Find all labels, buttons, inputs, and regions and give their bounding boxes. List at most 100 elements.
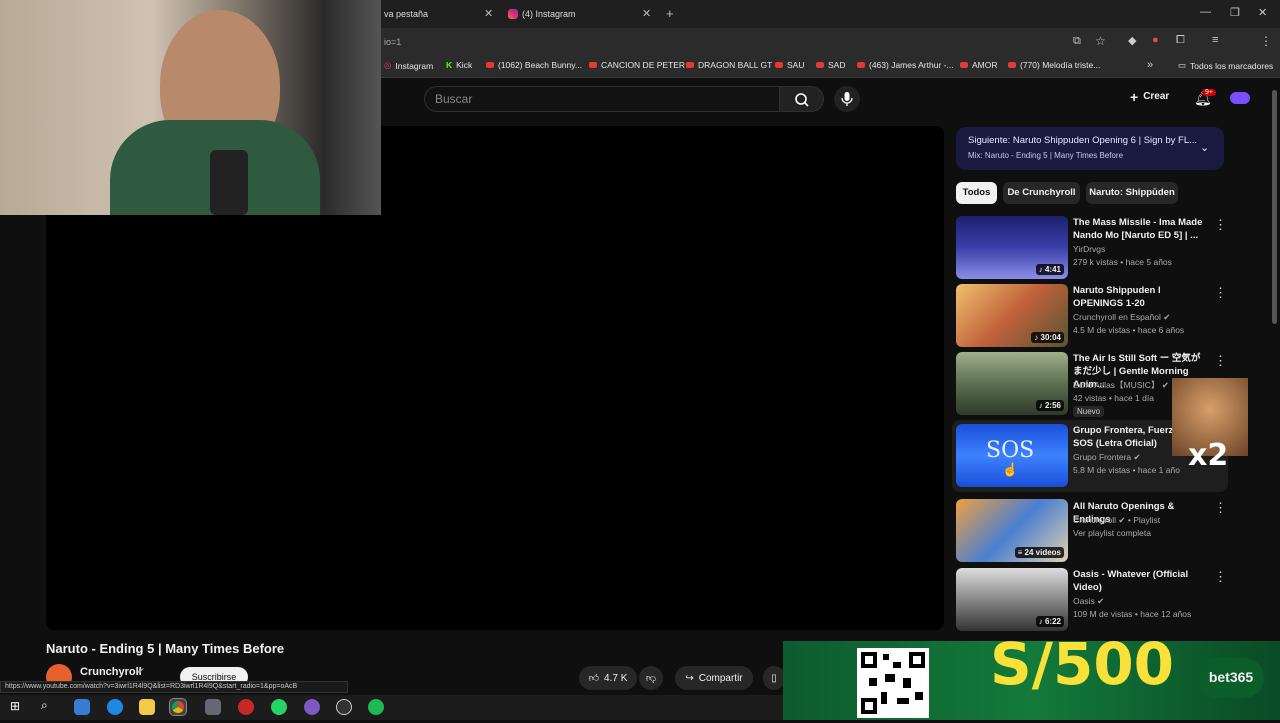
- chrome-icon[interactable]: [169, 698, 187, 716]
- menu-list-icon[interactable]: ≡: [1212, 34, 1218, 46]
- bookmark-item[interactable]: (1062) Beach Bunny...: [486, 60, 582, 70]
- more-options-icon[interactable]: ⋮: [1214, 569, 1227, 585]
- search-icon[interactable]: ⌕: [41, 698, 48, 713]
- new-tab-icon[interactable]: +: [666, 6, 674, 21]
- extension-red-icon[interactable]: ●: [1152, 34, 1159, 46]
- file-explorer-icon[interactable]: [139, 699, 155, 715]
- video-thumbnail[interactable]: ♪ 4:41: [956, 216, 1068, 279]
- duration-badge: ♪ 4:41: [1035, 264, 1064, 275]
- video-thumbnail[interactable]: ♪ 2:56: [956, 352, 1068, 415]
- meme-text: x2: [1188, 438, 1229, 473]
- whatsapp-icon[interactable]: [271, 699, 287, 715]
- bet365-logo: bet365: [1198, 658, 1264, 698]
- rec-title[interactable]: Naruto Shippuden l OPENINGS 1-20: [1073, 284, 1205, 310]
- save-button[interactable]: ▯: [763, 666, 785, 690]
- rec-meta: 109 M de vistas • hace 12 años: [1073, 609, 1192, 619]
- more-options-icon[interactable]: ⋮: [1214, 217, 1227, 233]
- extension-icon[interactable]: ◆: [1128, 34, 1136, 47]
- rec-channel[interactable]: Echo Atllas【MUSIC】 ✔: [1073, 379, 1169, 392]
- windows-start-icon[interactable]: ⊞: [10, 699, 20, 713]
- dislike-button[interactable]: 👎︎: [639, 666, 663, 690]
- rec-title[interactable]: Oasis - Whatever (Official Video): [1073, 568, 1205, 594]
- youtube-icon: [686, 62, 694, 68]
- edge-icon[interactable]: [107, 699, 123, 715]
- notification-badge: 9+: [1202, 89, 1216, 96]
- scrollbar-thumb[interactable]: [1272, 90, 1277, 324]
- bookmark-item[interactable]: DRAGON BALL GT: [686, 60, 772, 70]
- tab-instagram[interactable]: (4) Instagram: [508, 4, 576, 24]
- chip-crunchyroll[interactable]: De Crunchyroll: [1003, 182, 1080, 204]
- app-icon[interactable]: [304, 699, 320, 715]
- kick-icon: K: [446, 60, 453, 70]
- rec-channel[interactable]: Oasis ✔: [1073, 595, 1104, 608]
- create-button[interactable]: + Crear: [1130, 90, 1169, 104]
- avatar[interactable]: [1230, 92, 1250, 104]
- instagram-icon: [508, 9, 518, 19]
- bookmark-item[interactable]: AMOR: [960, 60, 998, 70]
- verified-icon: ✔: [1133, 452, 1141, 462]
- chip-naruto[interactable]: Naruto: Shippūden: [1086, 182, 1178, 204]
- search-input[interactable]: Buscar: [424, 86, 780, 112]
- bookmark-star-icon[interactable]: ☆: [1095, 34, 1106, 48]
- next-up-card[interactable]: [956, 127, 1224, 170]
- more-bookmarks-icon[interactable]: »: [1147, 59, 1153, 71]
- browser-menu-icon[interactable]: ⋮: [1260, 34, 1272, 48]
- tab-new[interactable]: va pestaña: [384, 4, 428, 24]
- rec-title[interactable]: The Mass Missile - Ima Made Nando Mo [Na…: [1073, 216, 1205, 242]
- more-options-icon[interactable]: ⋮: [1214, 353, 1227, 369]
- bookmark-item[interactable]: SAD: [816, 60, 845, 70]
- bookmark-item[interactable]: CANCION DE PETER: [589, 60, 685, 70]
- window-close-icon[interactable]: ✕: [1258, 6, 1267, 19]
- store-icon[interactable]: [74, 699, 90, 715]
- video-thumbnail[interactable]: ♪ 30:04: [956, 284, 1068, 347]
- chip-todos[interactable]: Todos: [956, 182, 997, 204]
- video-thumbnail[interactable]: ≡ 24 videos: [956, 499, 1068, 562]
- bookmark-item[interactable]: (463) James Arthur -...: [857, 60, 954, 70]
- search-button[interactable]: [780, 86, 824, 112]
- bookmark-item[interactable]: SAU: [775, 60, 804, 70]
- channel-name[interactable]: Crunchyroll: [80, 666, 142, 678]
- tab-label: (4) Instagram: [522, 9, 576, 19]
- url-fragment: io=1: [384, 37, 402, 47]
- bookmark-item[interactable]: K Kick: [446, 60, 472, 70]
- app-icon[interactable]: [205, 699, 221, 715]
- like-button[interactable]: 👍︎ 4.7 K: [579, 666, 637, 690]
- restore-icon[interactable]: ❐: [1230, 6, 1240, 19]
- close-tab-icon[interactable]: ✕: [642, 7, 651, 20]
- bookmark-item[interactable]: (770) Melodía triste...: [1008, 60, 1100, 70]
- more-options-icon[interactable]: ⋮: [1214, 500, 1227, 516]
- thumbs-down-icon: 👎︎: [645, 673, 657, 684]
- youtube-icon: [486, 62, 494, 68]
- rec-meta[interactable]: Ver playlist completa: [1073, 527, 1151, 540]
- chevron-down-icon[interactable]: ⌄: [1200, 141, 1209, 154]
- folder-icon: ▭: [1178, 60, 1187, 70]
- minimize-icon[interactable]: —: [1200, 6, 1211, 18]
- voice-search-button[interactable]: [834, 86, 860, 112]
- puzzle-icon[interactable]: ⧠: [1176, 34, 1185, 47]
- rec-meta: 5.8 M de vistas • hace 1 año: [1073, 465, 1180, 475]
- all-bookmarks[interactable]: ▭ Todos los marcadores: [1178, 60, 1273, 71]
- duration-badge: ♪ 6:22: [1035, 616, 1064, 627]
- thumbnail-text: SOS: [986, 438, 1035, 463]
- close-tab-icon[interactable]: ✕: [484, 7, 493, 20]
- share-button[interactable]: ↪ Compartir: [675, 666, 753, 690]
- rec-meta: 42 vistas • hace 1 día: [1073, 393, 1154, 403]
- spotify-icon[interactable]: [368, 699, 384, 715]
- verified-icon: ✔: [1163, 312, 1171, 322]
- video-thumbnail[interactable]: ♪ 6:22: [956, 568, 1068, 631]
- rec-channel[interactable]: Crunchyroll ✔ • Playlist: [1073, 514, 1160, 527]
- youtube-icon: [589, 62, 597, 68]
- rec-channel[interactable]: YirDrvgs: [1073, 243, 1105, 256]
- mouse-cursor-icon: ☝: [1002, 462, 1019, 477]
- obs-icon[interactable]: [336, 699, 352, 715]
- rec-channel[interactable]: Grupo Frontera ✔: [1073, 451, 1141, 464]
- app-icon[interactable]: [238, 699, 254, 715]
- rec-meta: 279 k vistas • hace 5 años: [1073, 257, 1172, 267]
- rec-channel[interactable]: Crunchyroll en Español ✔: [1073, 311, 1170, 324]
- qr-code-icon: [857, 648, 929, 718]
- rec-meta: 4.5 M de vistas • hace 6 años: [1073, 325, 1185, 335]
- bookmark-item[interactable]: ◎ Instagram: [384, 60, 433, 71]
- install-icon[interactable]: ⧉: [1073, 35, 1081, 48]
- more-options-icon[interactable]: ⋮: [1214, 285, 1227, 301]
- next-up-subtitle: Mix: Naruto - Ending 5 | Many Times Befo…: [968, 151, 1124, 160]
